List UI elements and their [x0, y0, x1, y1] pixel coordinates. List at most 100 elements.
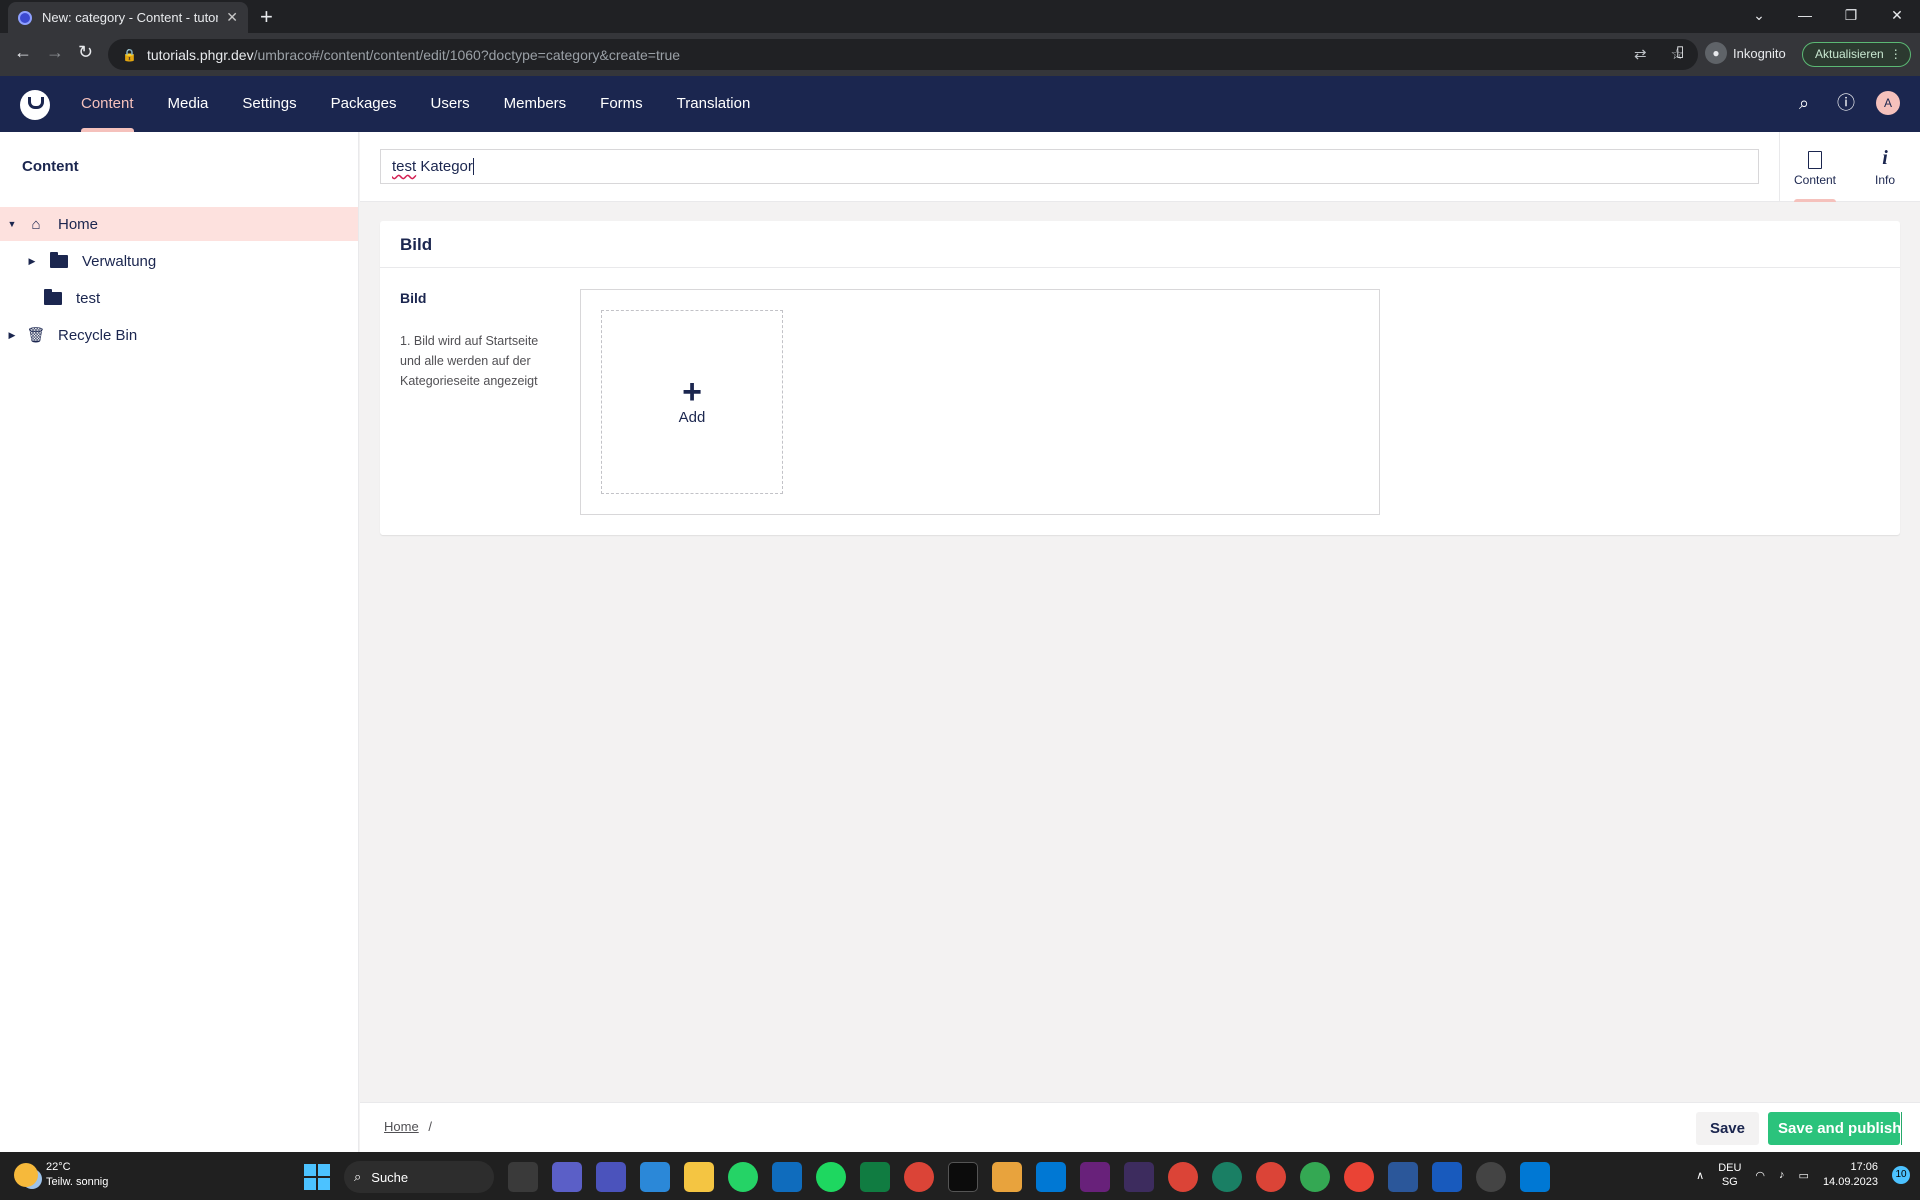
terminal-icon[interactable] — [948, 1162, 978, 1192]
teams-chat-icon[interactable] — [552, 1162, 582, 1192]
chevron-up-icon[interactable]: ▲ — [1901, 1112, 1912, 1145]
chrome-icon[interactable] — [904, 1162, 934, 1192]
notification-badge[interactable]: 10 — [1892, 1166, 1910, 1184]
expand-caret-icon[interactable]: ▶ — [26, 256, 38, 267]
clock[interactable]: 17:06 14.09.2023 — [1823, 1160, 1878, 1190]
chrome-profile-icon[interactable] — [1168, 1162, 1198, 1192]
app-info[interactable]: i Info — [1850, 132, 1920, 202]
nav-translation[interactable]: Translation — [660, 76, 768, 132]
app-content[interactable]: Content — [1780, 132, 1850, 202]
chrome-profile-icon[interactable] — [1344, 1162, 1374, 1192]
nav-forms[interactable]: Forms — [583, 76, 660, 132]
tab-search-icon[interactable]: ⌄ — [1736, 0, 1782, 33]
editor-footer: Home / Save Save and publish ▲ — [360, 1102, 1920, 1152]
app-icon[interactable] — [1124, 1162, 1154, 1192]
taskbar-search[interactable]: ⌕ Suche — [344, 1161, 494, 1193]
browser-toolbar: ← → ↻ 🔒 tutorials.phgr.dev/umbraco#/cont… — [0, 33, 1920, 76]
excel-icon[interactable] — [860, 1162, 890, 1192]
translate-icon[interactable]: ⇄ — [1634, 45, 1647, 63]
chrome-profile-icon[interactable] — [1256, 1162, 1286, 1192]
umbraco-logo-icon[interactable] — [20, 90, 50, 120]
task-view-icon[interactable] — [508, 1162, 538, 1192]
language-indicator[interactable]: DEU SG — [1718, 1161, 1741, 1189]
minimize-icon[interactable]: — — [1782, 0, 1828, 33]
system-tray: ∧ DEU SG ◠ ♪ ▭ 17:06 14.09.2023 10 — [1696, 1160, 1910, 1190]
reload-icon[interactable]: ↻ — [78, 42, 93, 63]
nav-media[interactable]: Media — [151, 76, 226, 132]
nav-users[interactable]: Users — [413, 76, 486, 132]
vscode-icon[interactable] — [1036, 1162, 1066, 1192]
property-description: 1. Bild wird auf Startseite und alle wer… — [400, 334, 539, 388]
section-nav: Content Media Settings Packages Users Me… — [64, 76, 767, 132]
nav-members[interactable]: Members — [487, 76, 584, 132]
lang-bottom: SG — [1721, 1176, 1738, 1188]
expand-caret-icon[interactable]: ▶ — [6, 330, 18, 341]
close-window-icon[interactable]: ✕ — [1874, 0, 1920, 33]
outlook-icon[interactable] — [772, 1162, 802, 1192]
document-icon — [1808, 151, 1822, 169]
update-button[interactable]: Aktualisieren ⋮ — [1802, 42, 1911, 67]
wifi-icon[interactable]: ◠ — [1755, 1169, 1765, 1182]
chrome-profile-icon[interactable] — [1300, 1162, 1330, 1192]
lock-icon[interactable]: 🔒 — [122, 48, 137, 62]
app-icon[interactable] — [1212, 1162, 1242, 1192]
date: 14.09.2023 — [1822, 1176, 1878, 1188]
spotify-icon[interactable] — [816, 1162, 846, 1192]
volume-icon[interactable]: ♪ — [1779, 1169, 1785, 1181]
incognito-indicator[interactable]: ● Inkognito — [1705, 42, 1786, 64]
breadcrumb-home[interactable]: Home — [384, 1119, 419, 1134]
app-icon[interactable] — [1520, 1162, 1550, 1192]
address-bar[interactable]: 🔒 tutorials.phgr.dev/umbraco#/content/co… — [108, 39, 1698, 70]
tree-item-test[interactable]: test — [0, 281, 358, 315]
avatar[interactable]: A — [1876, 91, 1900, 115]
trash-icon: 🗑 — [26, 327, 46, 344]
tree-item-recycle-bin[interactable]: ▶ 🗑 Recycle Bin — [0, 318, 358, 352]
file-explorer-icon[interactable] — [684, 1162, 714, 1192]
browser-tab[interactable]: New: category - Content - tutoria ✕ — [8, 2, 248, 33]
back-icon[interactable]: ← — [14, 42, 32, 63]
search-icon[interactable]: ⌕ — [1792, 91, 1816, 115]
nav-settings[interactable]: Settings — [225, 76, 313, 132]
time: 17:06 — [1850, 1161, 1878, 1173]
help-icon[interactable]: ⓘ — [1834, 91, 1858, 115]
weather-widget[interactable]: 22°C Teilw. sonnig — [14, 1160, 108, 1190]
app-label: Content — [1793, 173, 1837, 187]
side-panel-icon[interactable]: ▯ — [1676, 42, 1684, 60]
weather-text: Teilw. sonnig — [46, 1176, 109, 1188]
expand-caret-icon[interactable]: ▼ — [6, 219, 18, 229]
close-tab-icon[interactable]: ✕ — [226, 9, 238, 26]
node-name-input[interactable]: test Kategor — [380, 149, 1759, 184]
chevron-up-icon[interactable]: ∧ — [1696, 1169, 1704, 1182]
tree-item-label: test — [76, 289, 101, 307]
umbraco-favicon-icon — [18, 10, 32, 25]
tree-item-home[interactable]: ▼ ⌂ Home — [0, 207, 358, 241]
todo-icon[interactable] — [640, 1162, 670, 1192]
tree-item-label: Verwaltung — [82, 252, 157, 270]
whatsapp-icon[interactable] — [728, 1162, 758, 1192]
new-tab-icon[interactable]: + — [260, 4, 273, 30]
forward-icon[interactable]: → — [46, 42, 64, 63]
editor-header: test Kategor Content i Info — [360, 132, 1920, 202]
battery-icon[interactable]: ▭ — [1799, 1169, 1809, 1182]
restore-icon[interactable]: ❐ — [1828, 0, 1874, 33]
sketch-app-icon[interactable] — [992, 1162, 1022, 1192]
save-button[interactable]: Save — [1695, 1112, 1759, 1145]
divider — [380, 267, 1900, 268]
property-group: Bild Bild 1. Bild wird auf Startseite un… — [380, 221, 1900, 535]
visual-studio-icon[interactable] — [1080, 1162, 1110, 1192]
teams-icon[interactable] — [596, 1162, 626, 1192]
app-icon[interactable] — [1476, 1162, 1506, 1192]
tree-item-verwaltung[interactable]: ▶ Verwaltung — [0, 244, 358, 278]
windows-start-icon[interactable] — [304, 1164, 330, 1190]
umbraco-header: Content Media Settings Packages Users Me… — [0, 76, 1920, 132]
add-media-button[interactable]: + Add — [601, 310, 783, 494]
nav-content[interactable]: Content — [64, 76, 151, 132]
name-misspelled-word: test — [392, 158, 417, 175]
publish-label: Save and publish — [1778, 1120, 1902, 1137]
property-label: Bild — [400, 290, 427, 306]
word-icon[interactable] — [1432, 1162, 1462, 1192]
save-and-publish-button[interactable]: Save and publish ▲ — [1768, 1112, 1912, 1145]
nav-packages[interactable]: Packages — [314, 76, 414, 132]
app-icon[interactable] — [1388, 1162, 1418, 1192]
incognito-label: Inkognito — [1733, 45, 1786, 61]
